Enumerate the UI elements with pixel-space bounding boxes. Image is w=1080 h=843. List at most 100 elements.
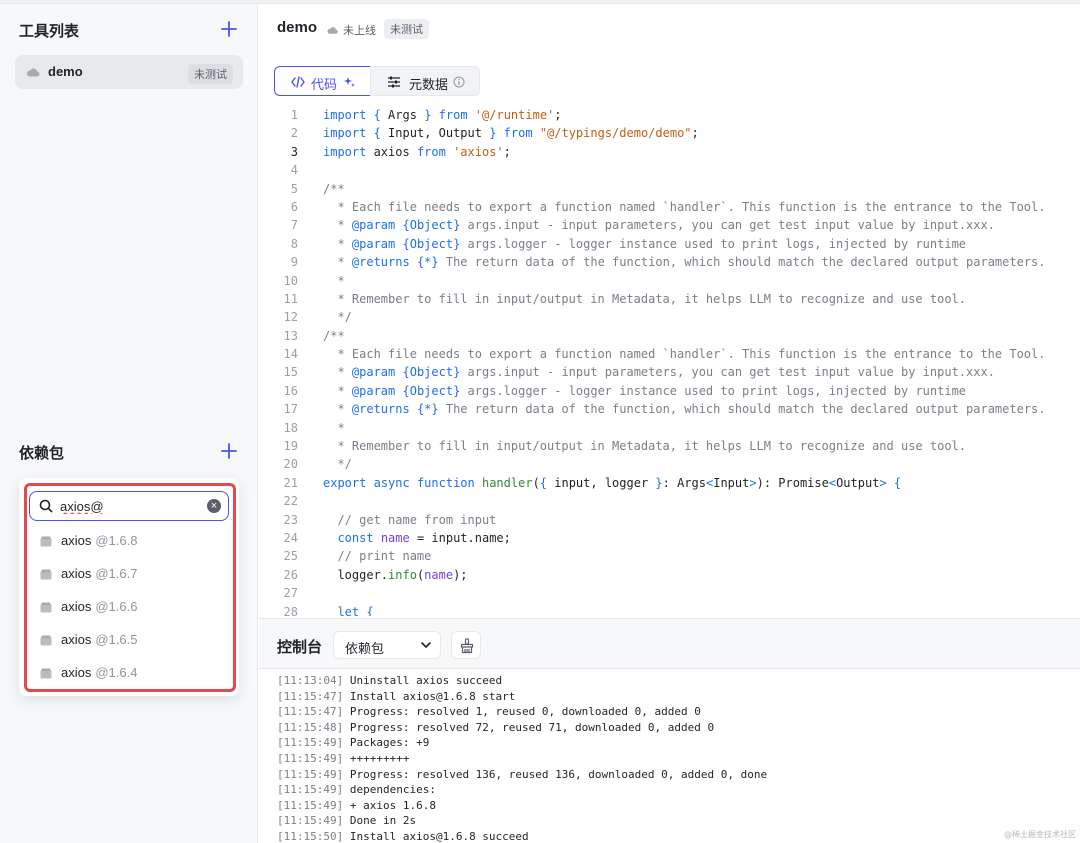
code-text: * @returns {*} The return data of the fu…: [323, 255, 1046, 270]
code-editor[interactable]: 1 import { Args } from '@/runtime'; 2 impo…: [259, 106, 1080, 616]
line-number: 5: [290, 181, 298, 196]
console-log: [11:13:04] Uninstall axios succeed [11:1…: [277, 673, 1067, 843]
publish-status: 未上线: [343, 24, 376, 37]
log-timestamp: [11:15:47]: [277, 689, 344, 703]
code-text: const name = input.name;: [337, 530, 511, 545]
code-text: */: [323, 310, 352, 325]
tab-code[interactable]: 代码: [274, 66, 371, 96]
package-name: axios: [61, 632, 92, 647]
sliders-icon: [388, 76, 400, 88]
package-icon: [40, 668, 52, 679]
package-name: axios: [61, 599, 92, 614]
sidebar: 工具列表 demo 未测试 依赖包: [0, 4, 258, 843]
code-line: 13 /**: [259, 327, 1080, 345]
clear-search-icon[interactable]: ×: [207, 499, 221, 513]
code-line: 12 */: [259, 308, 1080, 326]
line-number: 28: [283, 604, 298, 616]
plus-icon: [221, 21, 237, 37]
console-filter-select[interactable]: 依赖包: [333, 631, 441, 659]
line-number: 8: [290, 236, 298, 251]
log-line: [11:15:47] Install axios@1.6.8 start: [277, 689, 1067, 705]
code-line: 22: [259, 492, 1080, 510]
code-text: * @param {Object} args.logger - logger i…: [323, 236, 967, 251]
code-line: 11 * Remember to fill in input/output in…: [259, 290, 1080, 308]
line-number: 26: [283, 567, 298, 582]
line-number: 16: [283, 383, 298, 398]
log-message: Uninstall axios succeed: [343, 674, 503, 687]
search-icon: [39, 499, 53, 513]
code-text: import { Input, Output } from "@/typings…: [323, 126, 699, 141]
code-text: *: [323, 420, 345, 435]
line-number: 17: [283, 402, 298, 417]
code-line: 14 * Each file needs to export a functio…: [259, 345, 1080, 363]
line-number: 23: [283, 512, 298, 527]
code-text: logger.info(name);: [323, 567, 468, 582]
log-message: Progress: resolved 136, reused 136, down…: [343, 767, 768, 781]
watermark: @稀土掘金技术社区: [1004, 830, 1076, 839]
line-number: 10: [283, 273, 298, 288]
line-number: 7: [290, 218, 298, 233]
log-line: [11:15:47] Progress: resolved 1, reused …: [277, 704, 1067, 720]
code-text: /**: [323, 328, 345, 343]
package-version: @1.6.5: [95, 632, 138, 647]
cloud-icon: [327, 27, 338, 34]
code-line: 17 * @returns {*} The return data of the…: [259, 400, 1080, 418]
package-version: @1.6.4: [95, 665, 138, 680]
cloud-icon: [26, 68, 40, 77]
log-line: [11:13:04] Uninstall axios succeed: [277, 673, 1067, 689]
package-version: @1.6.8: [95, 533, 138, 548]
log-timestamp: [11:15:49]: [277, 814, 344, 828]
line-number: 11: [283, 291, 298, 306]
log-message: Done in 2s: [343, 814, 417, 828]
add-tool-button[interactable]: [219, 19, 239, 39]
code-line: 18 *: [259, 419, 1080, 437]
console-filter-value: 依赖包: [345, 642, 385, 657]
line-number: 20: [283, 457, 298, 472]
package-icon: [40, 602, 52, 613]
code-line: 4: [259, 161, 1080, 179]
package-icon: [40, 635, 52, 646]
log-line: [11:15:49] dependencies:: [277, 782, 1067, 798]
console-header: 控制台 依赖包: [259, 619, 1080, 669]
broom-icon: [460, 638, 474, 654]
line-number: 18: [283, 420, 298, 435]
code-line: 15 * @param {Object} args.input - input …: [259, 363, 1080, 381]
code-line: 21 export async function handler({ input,…: [259, 474, 1080, 492]
add-dependency-button[interactable]: [219, 441, 239, 461]
code-line: 5 /**: [259, 180, 1080, 198]
code-line: 25 // print name: [259, 547, 1080, 565]
package-name: axios: [61, 533, 92, 548]
code-icon: [291, 76, 305, 88]
code-text: * Remember to fill in input/output in Me…: [323, 291, 966, 306]
tab-metadata[interactable]: 元数据: [370, 66, 480, 96]
main-panel: demo 未上线 未测试 代码 元数据 1 import { Args } fro…: [259, 4, 1080, 843]
sparkle-icon: [344, 77, 355, 87]
code-text: * Remember to fill in input/output in Me…: [323, 439, 966, 454]
code-text: let {: [337, 604, 374, 616]
package-icon: [40, 569, 52, 580]
log-timestamp: [11:15:49]: [277, 798, 344, 812]
package-name: axios: [61, 566, 92, 581]
log-line: [11:15:49] + axios 1.6.8: [277, 798, 1067, 814]
log-message: Install axios@1.6.8 start: [343, 689, 516, 703]
code-text: export async function handler({ input, l…: [323, 475, 902, 490]
clear-console-button[interactable]: [451, 631, 481, 659]
code-line: 20 */: [259, 455, 1080, 473]
tool-item-demo[interactable]: demo 未测试: [15, 55, 243, 89]
line-number: 14: [283, 347, 298, 362]
log-timestamp: [11:15:50]: [277, 829, 344, 843]
code-text: /**: [323, 181, 345, 196]
code-text: */: [323, 457, 352, 472]
code-line: 27: [259, 584, 1080, 602]
dependencies-title: 依赖包: [19, 444, 65, 462]
code-line: 9 * @returns {*} The return data of the …: [259, 253, 1080, 271]
line-number: 13: [283, 328, 298, 343]
code-line: 2 import { Input, Output } from "@/typing…: [259, 124, 1080, 142]
code-line: 28 let {: [259, 603, 1080, 616]
tool-name: demo: [48, 64, 83, 79]
line-number: 9: [290, 255, 298, 270]
dependency-search-input[interactable]: [60, 497, 200, 515]
dependency-search-field[interactable]: ×: [29, 491, 229, 521]
log-message: +++++++++: [343, 751, 410, 765]
code-text: import { Args } from '@/runtime';: [323, 108, 562, 122]
